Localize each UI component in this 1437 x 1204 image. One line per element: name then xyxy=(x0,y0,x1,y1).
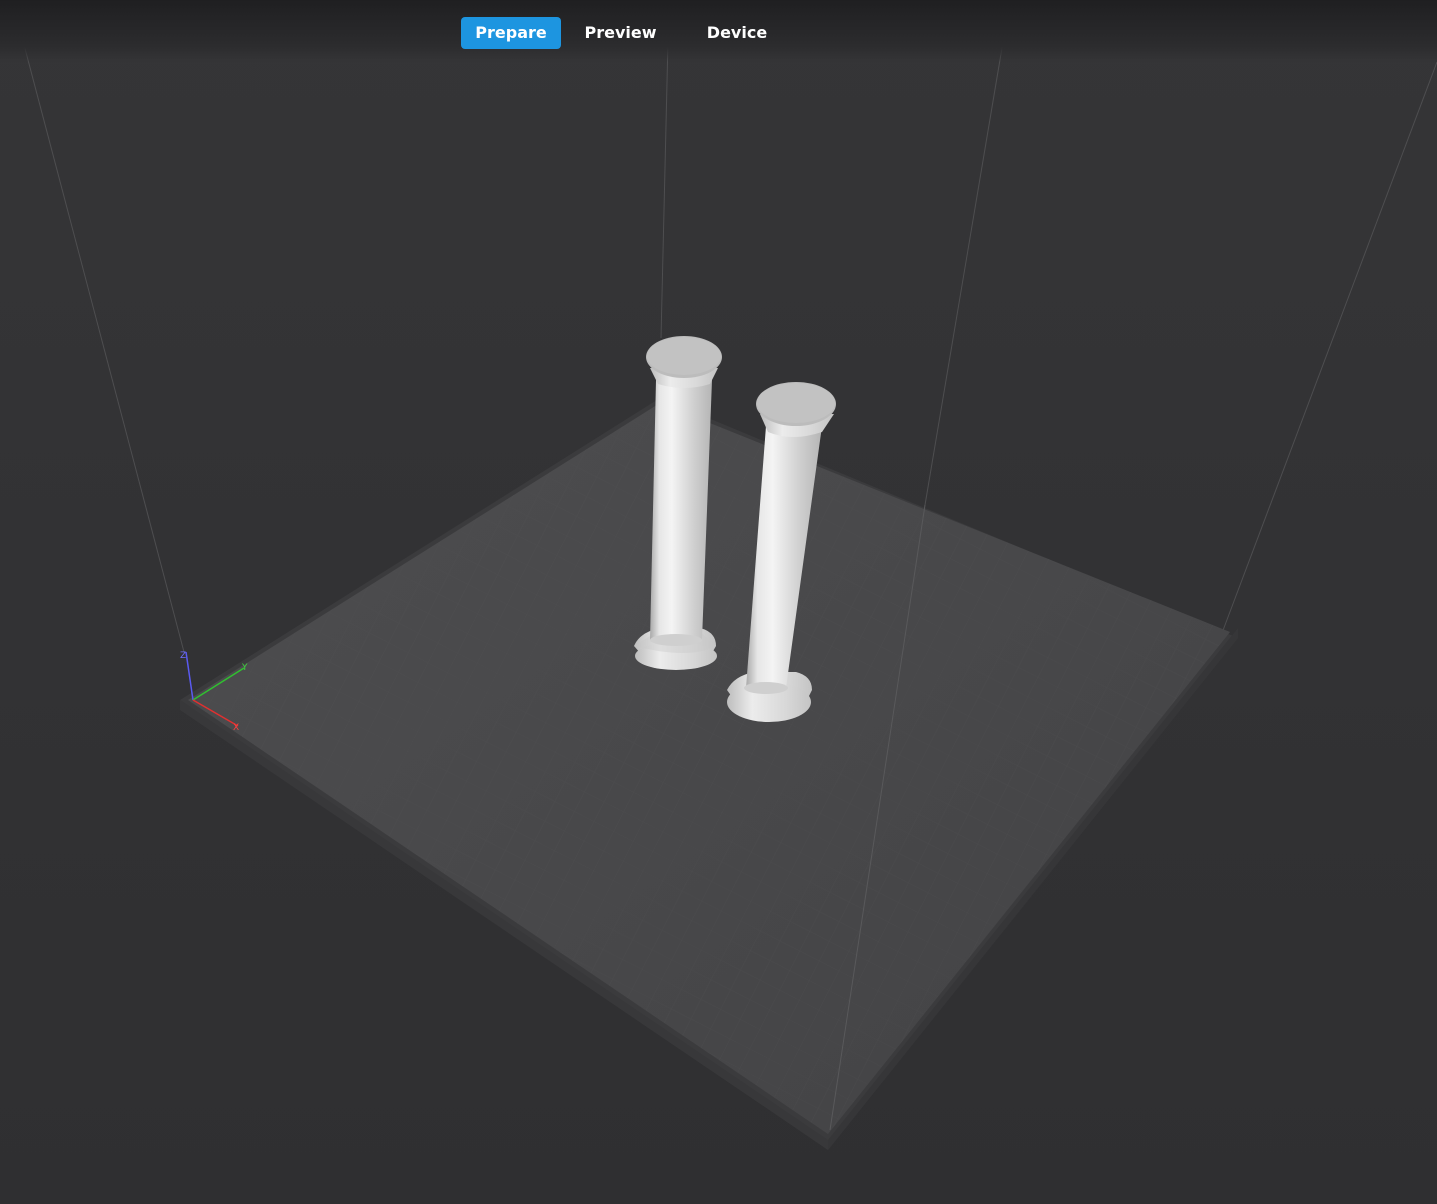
z-axis-label: Z xyxy=(180,651,186,661)
tab-prepare[interactable]: Prepare xyxy=(461,17,561,49)
tab-preview[interactable]: Preview xyxy=(569,17,672,49)
3d-viewport[interactable]: Z Y X xyxy=(0,0,1437,1204)
y-axis-label: Y xyxy=(241,663,248,673)
mode-tabs: Prepare Preview Device xyxy=(461,17,802,49)
top-bar: Prepare Preview Device xyxy=(0,0,1437,62)
build-plate xyxy=(180,398,1238,1150)
x-axis-label: X xyxy=(233,723,239,733)
tab-device[interactable]: Device xyxy=(680,17,794,49)
viewport-canvas[interactable]: Z Y X xyxy=(0,0,1437,1204)
z-axis-line xyxy=(185,651,194,701)
slicer-app: Z Y X Prepare Preview Device xyxy=(0,0,1437,1204)
